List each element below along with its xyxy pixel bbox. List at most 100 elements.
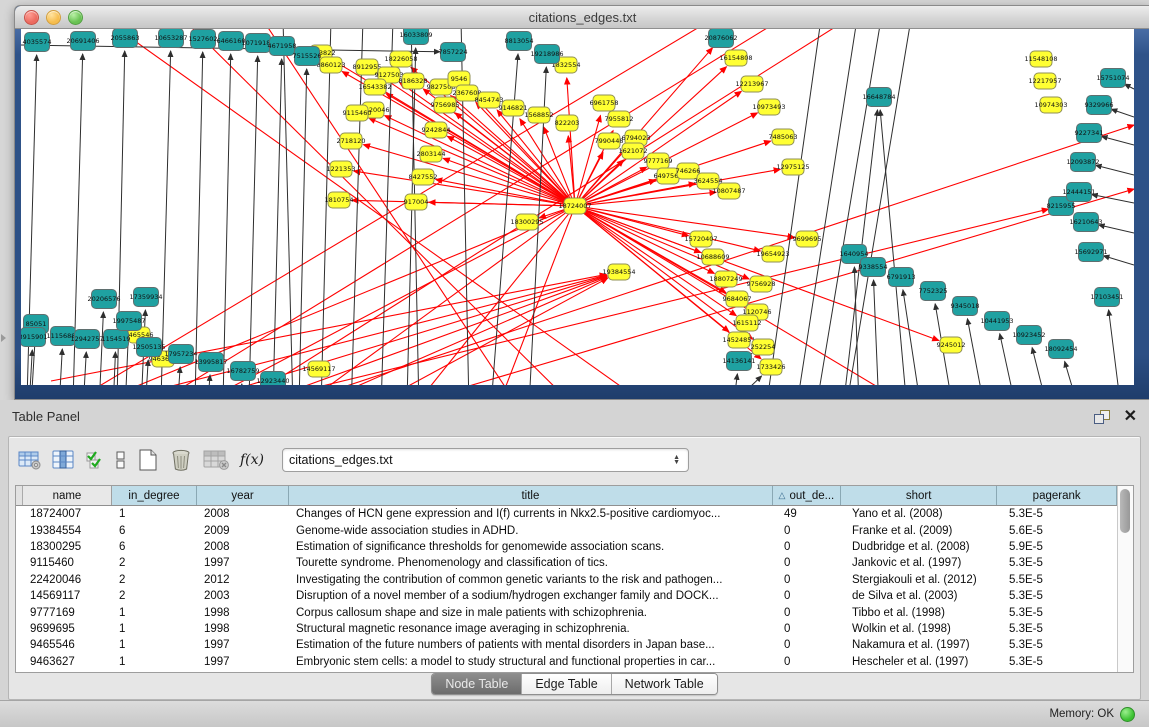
graph-node-17957234[interactable]: 17957234 — [164, 345, 197, 364]
graph-node-7955812[interactable]: 7955812 — [605, 111, 634, 127]
graph-node-9329966[interactable]: 9329966 — [1085, 96, 1114, 115]
table-cell[interactable]: 5.3E-5 — [1001, 557, 1121, 569]
table-cell[interactable]: Embryonic stem cells: a model to study s… — [288, 656, 776, 668]
table-cell[interactable]: 5.3E-5 — [1001, 590, 1121, 602]
table-cell[interactable]: 5.9E-5 — [1001, 541, 1121, 553]
citation-edge-black[interactable] — [1099, 225, 1134, 233]
citation-edge-black[interactable] — [99, 312, 103, 385]
graph-node-9756928[interactable]: 9756928 — [747, 276, 776, 292]
citation-edge-red[interactable] — [171, 209, 570, 385]
window-titlebar[interactable]: citations_edges.txt — [15, 6, 1149, 29]
table-vertical-scrollbar[interactable] — [1117, 486, 1133, 672]
graph-node-16782759[interactable]: 16782759 — [226, 362, 259, 381]
graph-node-10688609[interactable]: 10688609 — [696, 249, 729, 265]
table-cell[interactable]: Tourette syndrome. Phenomenology and cla… — [288, 557, 776, 569]
table-cell[interactable]: 1 — [111, 508, 196, 520]
table-cell[interactable]: 18724007 — [22, 508, 111, 520]
table-cell[interactable]: 6 — [111, 541, 196, 553]
citation-edge-black[interactable] — [880, 110, 907, 385]
graph-node-7857224[interactable]: 7857224 — [439, 43, 468, 62]
graph-node-12923440[interactable]: 12923440 — [256, 372, 289, 386]
graph-node-1527602[interactable]: 1527602 — [189, 30, 218, 49]
graph-node-8813054[interactable]: 8813054 — [505, 32, 534, 51]
table-cell[interactable]: 14569117 — [22, 590, 111, 602]
graph-node-16033809[interactable]: 16033809 — [399, 29, 432, 45]
citation-edge-black[interactable] — [161, 51, 171, 385]
citation-edge-black[interactable] — [874, 280, 879, 385]
table-cell[interactable]: 1997 — [196, 639, 288, 651]
table-cell[interactable]: 5.5E-5 — [1001, 574, 1121, 586]
table-cell[interactable]: 2012 — [196, 574, 288, 586]
graph-node-16154808[interactable]: 16154808 — [719, 50, 752, 66]
graph-node-9227341[interactable]: 9227341 — [1075, 124, 1104, 143]
table-cell[interactable]: 2008 — [196, 508, 288, 520]
table-cell[interactable]: 0 — [776, 557, 844, 569]
graph-node-17103451[interactable]: 17103451 — [1090, 288, 1123, 307]
table-cell[interactable]: Tibbo et al. (1998) — [844, 607, 1001, 619]
table-row[interactable]: 1830029562008Estimation of significance … — [16, 539, 1117, 555]
table-cell[interactable]: 0 — [776, 574, 844, 586]
graph-node-19384554[interactable]: 19384554 — [602, 264, 635, 280]
citation-edge-black[interactable] — [1032, 348, 1049, 385]
graph-node-9345018[interactable]: 9345018 — [951, 297, 980, 316]
table-cell[interactable]: 1997 — [196, 656, 288, 668]
citation-edge-black[interactable] — [816, 29, 881, 385]
graph-node-12505135[interactable]: 12505135 — [132, 338, 165, 357]
citation-edge-black[interactable] — [903, 290, 921, 385]
citation-edge-black[interactable] — [273, 59, 282, 385]
graph-node-10973493[interactable]: 10973493 — [752, 99, 785, 115]
graph-node-822203[interactable]: 822203 — [555, 115, 580, 131]
citation-edge-black[interactable] — [967, 319, 985, 385]
citation-edge-black[interactable] — [1103, 256, 1134, 265]
graph-node-1154519[interactable]: 1154519 — [102, 330, 131, 349]
citation-edge-black[interactable] — [1109, 310, 1121, 385]
table-cell[interactable]: 0 — [776, 623, 844, 635]
citation-edge-black[interactable] — [854, 267, 859, 385]
table-cell[interactable]: 0 — [776, 525, 844, 537]
graph-node-12213967[interactable]: 12213967 — [735, 76, 768, 92]
graph-node-12942757[interactable]: 12942757 — [70, 330, 103, 349]
graph-node-9146821[interactable]: 9146821 — [499, 100, 528, 116]
import-table-icon[interactable] — [203, 449, 229, 471]
graph-node-1810754[interactable]: 1810754 — [325, 192, 354, 208]
citation-edge-black[interactable] — [195, 52, 203, 385]
table-cell[interactable]: Genome-wide association studies in ADHD. — [288, 525, 776, 537]
table-cell[interactable]: 2 — [111, 557, 196, 569]
graph-node-13995817[interactable]: 13995817 — [194, 353, 227, 372]
graph-node-9684067[interactable]: 9684067 — [723, 291, 752, 307]
citation-edge-black[interactable] — [29, 350, 32, 385]
graph-node-3915901[interactable]: 3915901 — [21, 328, 47, 347]
table-cell[interactable]: Franke et al. (2009) — [844, 525, 1001, 537]
graph-node-9245012[interactable]: 9245012 — [937, 337, 966, 353]
column-header-title[interactable]: title — [289, 486, 773, 505]
graph-node-252254[interactable]: 252254 — [751, 339, 776, 355]
table-cell[interactable]: 0 — [776, 656, 844, 668]
citation-edge-black[interactable] — [846, 29, 911, 385]
graph-node-6961758[interactable]: 6961758 — [590, 95, 619, 111]
graph-node-9756985[interactable]: 9756985 — [431, 97, 460, 113]
table-cell[interactable]: Investigating the contribution of common… — [288, 574, 776, 586]
graph-node-2718120[interactable]: 2718120 — [337, 133, 366, 149]
table-cell[interactable]: 1 — [111, 639, 196, 651]
scrollbar-thumb[interactable] — [1120, 489, 1130, 533]
table-cell[interactable]: 1998 — [196, 623, 288, 635]
table-cell[interactable]: 0 — [776, 541, 844, 553]
graph-node-9115460[interactable]: 9115460 — [343, 105, 372, 121]
splitter-collapse-arrow[interactable] — [1, 334, 6, 342]
table-cell[interactable]: Yano et al. (2008) — [844, 508, 1001, 520]
function-builder-icon[interactable]: f(x) — [240, 452, 264, 468]
citation-edge-black[interactable] — [1125, 84, 1134, 89]
citation-edge-red[interactable] — [581, 207, 761, 251]
table-cell[interactable]: 49 — [776, 508, 844, 520]
citation-edge-black[interactable] — [733, 374, 737, 385]
table-cell[interactable]: 9777169 — [22, 607, 111, 619]
table-cell[interactable]: Nakamura et al. (1997) — [844, 639, 1001, 651]
table-cell[interactable]: 0 — [776, 607, 844, 619]
table-cell[interactable]: Stergiakouli et al. (2012) — [844, 574, 1001, 586]
table-cell[interactable]: 5.3E-5 — [1001, 639, 1121, 651]
graph-node-14569117[interactable]: 14569117 — [302, 361, 335, 377]
close-button[interactable] — [24, 10, 39, 25]
graph-node-6791913[interactable]: 6791913 — [887, 268, 916, 287]
graph-node-7752325[interactable]: 7752325 — [919, 282, 948, 301]
graph-node-1615112[interactable]: 1615112 — [733, 315, 762, 331]
